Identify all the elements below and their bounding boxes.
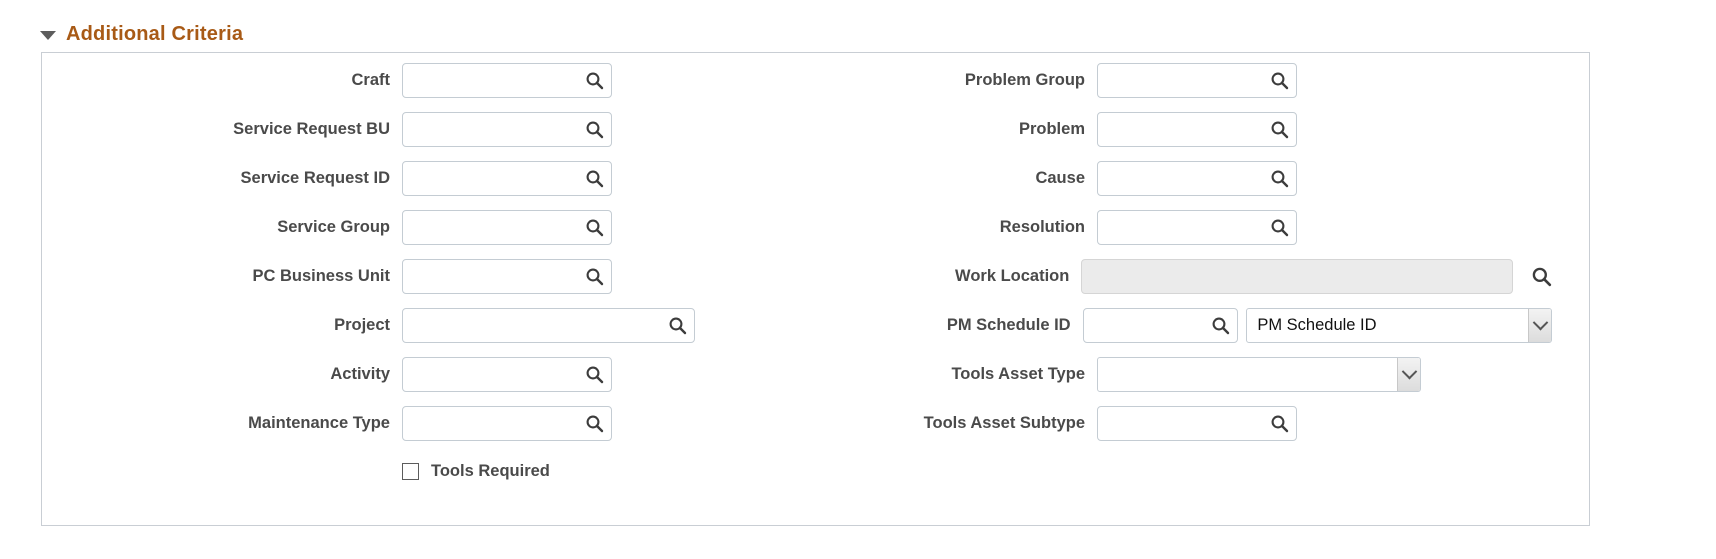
field-row-craft: Craft (142, 63, 802, 98)
field-row-activity: Activity (142, 357, 802, 392)
service-group-input-wrap (402, 210, 612, 245)
field-row-problem-group: Problem Group (832, 63, 1552, 98)
work-location-input (1082, 260, 1512, 293)
label-problem-group: Problem Group (964, 71, 1085, 89)
chevron-down-icon[interactable] (1528, 309, 1551, 342)
tools-asset-subtype-input-wrap (1097, 406, 1297, 441)
triangle-down-icon[interactable] (40, 30, 56, 40)
search-icon[interactable] (584, 218, 604, 238)
problem-input-wrap (1097, 112, 1297, 147)
field-row-service-group: Service Group (142, 210, 802, 245)
tools-required-row: Tools Required (402, 455, 802, 487)
label-project: Project (334, 316, 390, 334)
cause-input-wrap (1097, 161, 1297, 196)
search-icon[interactable] (1531, 266, 1552, 288)
search-icon[interactable] (1210, 316, 1230, 336)
craft-input[interactable] (403, 64, 611, 97)
search-icon[interactable] (584, 120, 604, 140)
problem-group-input[interactable] (1098, 64, 1296, 97)
tools-required-checkbox[interactable] (402, 462, 419, 480)
tools-asset-subtype-input[interactable] (1098, 407, 1296, 440)
search-icon[interactable] (1269, 71, 1289, 91)
search-icon[interactable] (584, 169, 604, 189)
label-problem: Problem (1018, 120, 1085, 138)
craft-input-wrap (402, 63, 612, 98)
field-row-tools-asset-type: Tools Asset Type (832, 357, 1552, 392)
field-row-tools-asset-subtype: Tools Asset Subtype (832, 406, 1552, 441)
label-pc-business-unit: PC Business Unit (252, 267, 390, 285)
field-row-work-location: Work Location (832, 259, 1552, 294)
search-icon[interactable] (1269, 218, 1289, 238)
activity-input-wrap (402, 357, 612, 392)
left-field-column: Craft Service Request BU Service Request… (142, 63, 802, 487)
project-input[interactable] (403, 309, 694, 342)
section-header[interactable]: Additional Criteria (40, 20, 243, 48)
service-request-bu-input-wrap (402, 112, 612, 147)
pc-business-unit-input[interactable] (403, 260, 611, 293)
label-cause: Cause (1035, 169, 1085, 187)
search-icon[interactable] (1269, 169, 1289, 189)
chevron-down-icon[interactable] (1397, 358, 1420, 391)
pm-schedule-id-select[interactable]: PM Schedule ID (1246, 308, 1552, 343)
label-activity: Activity (330, 365, 390, 383)
label-pm-schedule-id: PM Schedule ID (946, 316, 1071, 334)
maintenance-type-input-wrap (402, 406, 612, 441)
additional-criteria-page: Additional Criteria Craft Service Reques… (0, 0, 1716, 559)
problem-group-input-wrap (1097, 63, 1297, 98)
search-icon[interactable] (1269, 414, 1289, 434)
pm-schedule-id-input-wrap (1082, 308, 1239, 343)
field-row-problem: Problem (832, 112, 1552, 147)
field-row-pc-business-unit: PC Business Unit (142, 259, 802, 294)
field-row-maintenance-type: Maintenance Type (142, 406, 802, 441)
page-title: Additional Criteria (66, 22, 244, 45)
label-tools-asset-type: Tools Asset Type (951, 365, 1085, 383)
service-group-input[interactable] (403, 211, 611, 244)
field-row-cause: Cause (832, 161, 1552, 196)
search-icon[interactable] (584, 365, 604, 385)
additional-criteria-panel: Craft Service Request BU Service Request… (41, 52, 1590, 526)
activity-input[interactable] (403, 358, 611, 391)
label-service-request-id: Service Request ID (240, 169, 390, 187)
pm-schedule-id-select-value: PM Schedule ID (1257, 316, 1377, 334)
service-request-id-input-wrap (402, 161, 612, 196)
tools-required-label: Tools Required (431, 461, 550, 480)
field-row-service-request-id: Service Request ID (142, 161, 802, 196)
field-row-resolution: Resolution (832, 210, 1552, 245)
service-request-id-input[interactable] (403, 162, 611, 195)
fields-grid: Craft Service Request BU Service Request… (42, 53, 1589, 525)
work-location-input-wrap (1081, 259, 1513, 294)
label-service-group: Service Group (277, 218, 390, 236)
field-row-service-request-bu: Service Request BU (142, 112, 802, 147)
cause-input[interactable] (1098, 162, 1296, 195)
tools-asset-type-select[interactable] (1097, 357, 1421, 392)
label-resolution: Resolution (999, 218, 1085, 236)
label-service-request-bu: Service Request BU (233, 120, 390, 138)
field-row-pm-schedule-id: PM Schedule ID PM Schedule ID (832, 308, 1552, 343)
project-input-wrap (402, 308, 695, 343)
maintenance-type-input[interactable] (403, 407, 611, 440)
label-craft: Craft (351, 71, 390, 89)
resolution-input[interactable] (1098, 211, 1296, 244)
problem-input[interactable] (1098, 113, 1296, 146)
service-request-bu-input[interactable] (403, 113, 611, 146)
right-field-column: Problem Group Problem Cause Resolution W… (832, 63, 1552, 455)
search-icon[interactable] (584, 267, 604, 287)
resolution-input-wrap (1097, 210, 1297, 245)
pc-business-unit-input-wrap (402, 259, 612, 294)
search-icon[interactable] (667, 316, 687, 336)
field-row-project: Project (142, 308, 802, 343)
label-tools-asset-subtype: Tools Asset Subtype (923, 414, 1085, 432)
search-icon[interactable] (1269, 120, 1289, 140)
search-icon[interactable] (584, 71, 604, 91)
label-maintenance-type: Maintenance Type (248, 414, 390, 432)
label-work-location: Work Location (955, 267, 1070, 285)
search-icon[interactable] (584, 414, 604, 434)
